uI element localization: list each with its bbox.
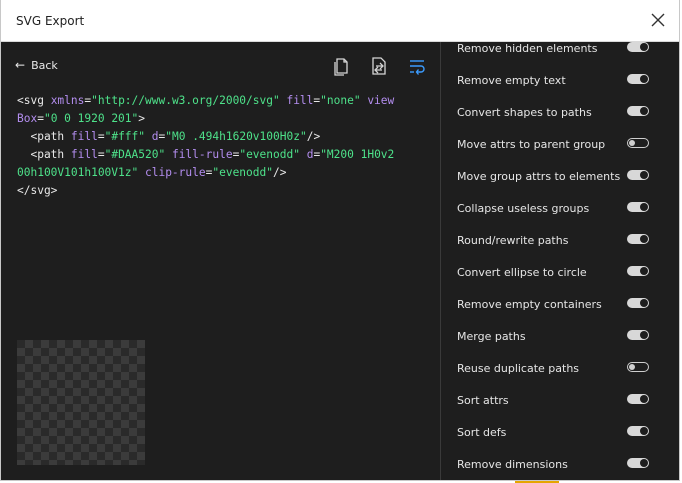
dialog-titlebar: SVG Export [1, 0, 679, 42]
code-token: /> [272, 166, 287, 179]
svg-code-view[interactable]: <svg xmlns="http://www.w3.org/2000/svg" … [17, 92, 427, 200]
option-label: Sort attrs [457, 393, 509, 407]
code-token: "evenodd" [239, 148, 300, 161]
code-token: "http://www.w3.org/2000/svg" [91, 94, 280, 107]
code-token: d [299, 148, 314, 161]
option-toggle[interactable] [627, 362, 649, 372]
code-token: d [145, 130, 159, 143]
option-label: Round/rewrite paths [457, 233, 569, 247]
svg-export-dialog: SVG Export ← Back <svg xmlns = "http://www… [0, 0, 680, 481]
code-token: <path [17, 130, 71, 143]
code-token: fill [279, 94, 314, 107]
option-toggle[interactable] [627, 266, 649, 276]
option-label: Merge paths [457, 329, 526, 343]
svg-preview [17, 340, 145, 465]
code-token: "evenodd" [212, 166, 273, 179]
export-file-icon[interactable] [370, 56, 388, 76]
close-icon[interactable] [649, 11, 667, 29]
option-toggle[interactable] [627, 106, 649, 116]
dialog-title: SVG Export [16, 14, 85, 28]
option-toggle[interactable] [627, 330, 649, 340]
code-token: = [97, 130, 105, 143]
code-token: "0 0 1920 201" [43, 112, 139, 125]
code-token: > [138, 112, 146, 125]
code-token: "#fff" [104, 130, 146, 143]
option-label: Move attrs to parent group [457, 137, 606, 151]
option-toggle[interactable] [627, 74, 649, 84]
code-panel: ← Back <svg xmlns = "http://www.w3.org/200… [1, 42, 440, 480]
option-toggle[interactable] [627, 458, 649, 468]
option-row[interactable]: Reuse duplicate paths [441, 352, 679, 384]
code-token: /> [306, 130, 321, 143]
option-label: Sort defs [457, 425, 507, 439]
option-row[interactable]: Sort defs [441, 416, 679, 448]
code-token: xmlns [50, 94, 85, 107]
option-row[interactable]: Remove hidden elements [441, 42, 679, 64]
option-label: Remove empty containers [457, 297, 602, 311]
option-toggle[interactable] [627, 394, 649, 404]
option-label: Remove empty text [457, 73, 566, 87]
code-token: 00h100V101h100V1z" [17, 166, 139, 179]
arrow-left-icon: ← [15, 58, 26, 72]
copy-icon[interactable] [332, 56, 350, 76]
option-row[interactable]: Collapse useless groups [441, 192, 679, 224]
option-row[interactable]: Merge paths [441, 320, 679, 352]
option-toggle[interactable] [627, 170, 649, 180]
option-toggle[interactable] [627, 42, 649, 52]
option-toggle[interactable] [627, 426, 649, 436]
option-toggle[interactable] [627, 138, 649, 148]
back-label: Back [31, 58, 58, 72]
option-row[interactable]: Convert ellipse to circle [441, 256, 679, 288]
option-label: Collapse useless groups [457, 201, 590, 215]
option-label: Convert ellipse to circle [457, 265, 587, 279]
wrap-lines-icon[interactable] [408, 56, 426, 76]
option-label: Move group attrs to elements [457, 169, 621, 183]
code-token: fill-rule [165, 148, 233, 161]
option-label: Convert shapes to paths [457, 105, 592, 119]
option-toggle[interactable] [627, 298, 649, 308]
code-token: = [37, 112, 44, 125]
option-row[interactable]: Convert shapes to paths [441, 96, 679, 128]
code-token: "#DAA520" [104, 148, 166, 161]
code-token: <path [17, 148, 71, 161]
code-token: Box [17, 112, 38, 125]
code-token: fill [70, 130, 98, 143]
option-row[interactable]: Remove dimensions [441, 448, 679, 480]
code-token: "M200 1H0v2 [320, 148, 395, 161]
option-row[interactable]: Round/rewrite paths [441, 224, 679, 256]
code-token: </svg> [17, 184, 58, 197]
option-row[interactable]: Sort attrs [441, 384, 679, 416]
code-token: clip-rule [138, 166, 206, 179]
code-token: = [97, 148, 105, 161]
code-token: "none" [320, 94, 361, 107]
option-toggle[interactable] [627, 202, 649, 212]
code-token: fill [70, 148, 98, 161]
code-token: view [360, 94, 395, 107]
back-button[interactable]: ← Back [15, 58, 58, 72]
option-row[interactable]: Move group attrs to elements [441, 160, 679, 192]
option-label: Remove dimensions [457, 457, 568, 471]
option-label: Reuse duplicate paths [457, 361, 580, 375]
options-list: Remove hidden elements Remove empty text C… [441, 42, 679, 480]
code-token: "M0 .494h1620v100H0z" [165, 130, 307, 143]
option-toggle[interactable] [627, 234, 649, 244]
code-token: <svg [17, 94, 51, 107]
option-row[interactable]: Remove empty text [441, 64, 679, 96]
option-row[interactable]: Remove empty containers [441, 288, 679, 320]
options-panel: Remove hidden elements Remove empty text C… [441, 42, 679, 480]
option-label: Remove hidden elements [457, 42, 598, 55]
option-row[interactable]: Move attrs to parent group [441, 128, 679, 160]
